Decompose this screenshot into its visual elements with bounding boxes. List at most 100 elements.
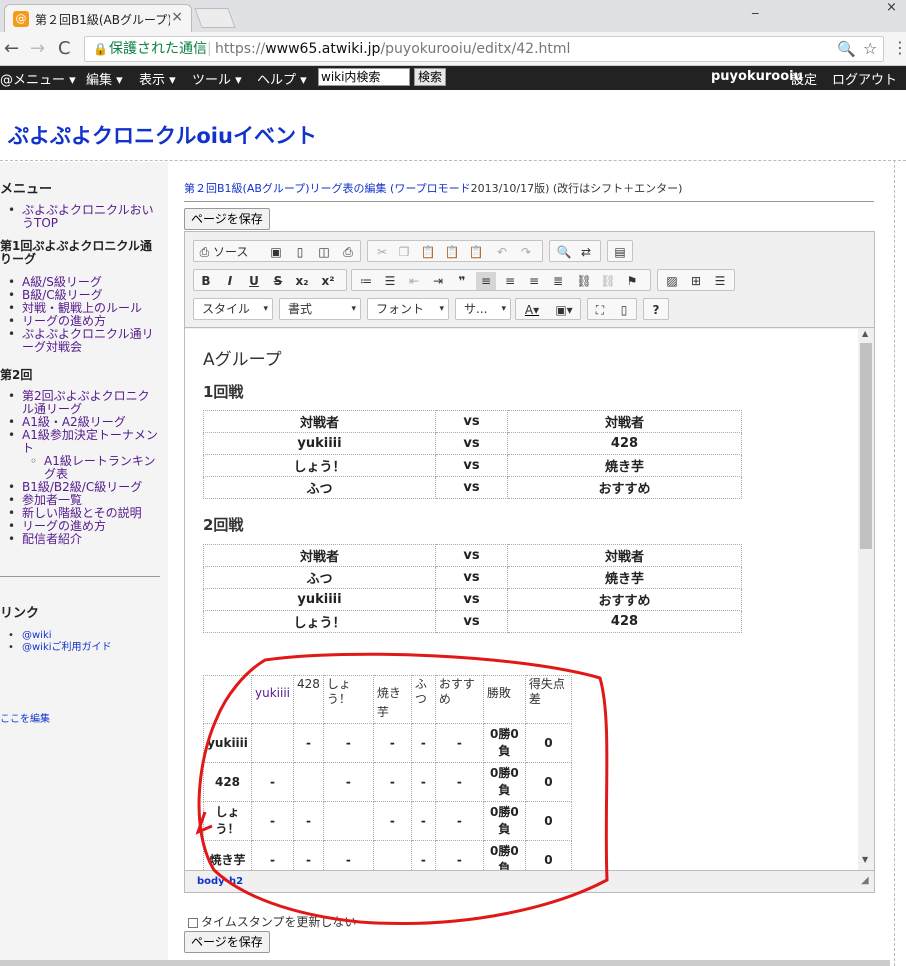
header-rule	[184, 201, 874, 202]
size-combo[interactable]: サ... ▾	[455, 298, 511, 320]
help-icon[interactable]: ?	[646, 301, 666, 319]
source-button[interactable]: ⎙ ソース	[196, 243, 252, 261]
sidebar-link-guide[interactable]: @wikiご利用ガイド	[0, 642, 160, 654]
path-h2[interactable]: h2	[229, 876, 243, 887]
site-title[interactable]: ぷよぷよクロニクルoiuイベント	[8, 120, 317, 150]
subscript-icon[interactable]: x₂	[292, 272, 312, 290]
superscript-icon[interactable]: x²	[318, 272, 338, 290]
blockquote-icon[interactable]: ❞	[452, 272, 472, 290]
wiki-search-button[interactable]: 検索	[414, 68, 446, 86]
outdent-icon[interactable]: ⇤	[404, 272, 424, 290]
find-icon[interactable]: 🔍	[554, 243, 574, 261]
horizontal-rule-icon[interactable]: ☰	[710, 272, 730, 290]
replace-icon[interactable]: ⇄	[576, 243, 596, 261]
show-blocks-icon[interactable]: ▯	[614, 301, 634, 319]
bulleted-list-icon[interactable]: ☰	[380, 272, 400, 290]
scroll-down-icon[interactable]: ▼	[862, 855, 868, 864]
save-page-button[interactable]: ページを保存	[184, 208, 270, 230]
table-cell: vs	[435, 476, 508, 499]
indent-icon[interactable]: ⇥	[428, 272, 448, 290]
page-horizontal-scrollbar[interactable]	[0, 960, 890, 966]
sidebar-link-list: @wiki @wikiご利用ガイド	[0, 630, 160, 654]
toolbar-group-colors: A▾ ▣▾	[515, 298, 581, 320]
group-title: Aグループ	[203, 350, 282, 370]
logout-link[interactable]: ログアウト	[832, 69, 897, 88]
strike-icon[interactable]: S	[268, 272, 288, 290]
reload-icon[interactable]: C	[58, 38, 71, 59]
view-menu[interactable]: 表示 ▾	[139, 69, 176, 88]
mode-link[interactable]: ワープロモード	[394, 182, 470, 195]
table-icon[interactable]: ⊞	[686, 272, 706, 290]
scroll-up-icon[interactable]: ▲	[862, 329, 868, 338]
user-name[interactable]: puyokurooiu	[711, 69, 803, 84]
url-text: https://www65.atwiki.jp/puyokurooiu/edit…	[215, 37, 570, 61]
wiki-menu[interactable]: @メニュー ▾	[0, 69, 76, 88]
numbered-list-icon[interactable]: ≔	[356, 272, 376, 290]
image-icon[interactable]: ▨	[662, 272, 682, 290]
undo-icon[interactable]: ↶	[492, 243, 512, 261]
format-combo[interactable]: 書式 ▾	[279, 298, 361, 320]
close-tab-icon[interactable]: ×	[171, 9, 183, 25]
unlink-icon[interactable]: ⛓	[598, 272, 618, 290]
help-menu[interactable]: ヘルプ ▾	[257, 69, 307, 88]
italic-icon[interactable]: I	[220, 272, 240, 290]
maximize-icon[interactable]: ⛶	[590, 301, 610, 319]
new-tab-button[interactable]	[194, 8, 236, 28]
settings-link[interactable]: 設定	[791, 69, 817, 88]
link-icon[interactable]: ⛓	[574, 272, 594, 290]
back-icon[interactable]: ←	[4, 38, 19, 59]
results-cell: しょう！	[203, 801, 252, 841]
zoom-icon[interactable]: 🔍	[837, 37, 856, 61]
path-body[interactable]: body	[197, 876, 225, 887]
bookmark-star-icon[interactable]: ☆	[863, 37, 877, 61]
text-color-icon[interactable]: A▾	[518, 301, 546, 319]
timestamp-checkbox[interactable]	[188, 917, 198, 928]
block-icon[interactable]: ▤	[610, 243, 630, 261]
align-left-icon[interactable]: ≡	[476, 272, 496, 290]
underline-icon[interactable]: U	[244, 272, 264, 290]
anchor-flag-icon[interactable]: ⚑	[622, 272, 642, 290]
timestamp-option[interactable]: タイムスタンプを更新しない	[188, 913, 356, 930]
tools-menu[interactable]: ツール ▾	[192, 69, 242, 88]
new-page-icon[interactable]: ▯	[290, 243, 310, 261]
browser-menu-icon[interactable]: ⋮	[892, 38, 906, 57]
sidebar-item-top[interactable]: ぷよぷよクロニクルおいうTOP	[0, 204, 160, 230]
align-right-icon[interactable]: ≡	[524, 272, 544, 290]
bold-icon[interactable]: B	[196, 272, 216, 290]
redo-icon[interactable]: ↷	[516, 243, 536, 261]
paste-word-icon[interactable]: 📋	[466, 243, 486, 261]
sidebar-edit-link[interactable]: ここを編集	[0, 710, 50, 725]
print-icon[interactable]: ⎙	[338, 243, 358, 261]
minimize-icon[interactable]: _	[752, 0, 759, 15]
sidebar-link-atwiki[interactable]: @wiki	[0, 630, 160, 642]
sidebar: メニュー ぷよぷよクロニクルおいうTOP 第1回ぷよぷよクロニクル通りーグ A級…	[0, 162, 168, 962]
edit-menu[interactable]: 編集 ▾	[86, 69, 123, 88]
url-field[interactable]: 🔒 保護された通信 | https://www65.atwiki.jp/puyo…	[84, 36, 884, 62]
resize-grip-icon[interactable]: ◢	[861, 875, 869, 886]
sidebar-item-meetup[interactable]: ぷよぷよクロニクル通リーグ対戦会	[0, 328, 160, 354]
sidebar-item-a1-rating[interactable]: A1級レートランキング表	[0, 455, 160, 481]
paste-text-icon[interactable]: 📋	[442, 243, 462, 261]
editor-scrollbar[interactable]: ▲ ▼	[858, 329, 874, 870]
sidebar-item-streamers[interactable]: 配信者紹介	[0, 533, 160, 547]
toolbar-group-misc: ▤	[607, 240, 633, 262]
save-page-button-bottom[interactable]: ページを保存	[184, 931, 270, 953]
scrollbar-thumb[interactable]	[860, 343, 872, 549]
save-icon[interactable]: ▣	[266, 243, 286, 261]
font-combo[interactable]: フォント ▾	[367, 298, 449, 320]
wiki-search-input[interactable]: wiki内検索	[318, 68, 410, 86]
editor-content[interactable]: Aグループ 1回戦 対戦者 vs 対戦者 yukiiii vs 428 しょう！ vs 焼き…	[185, 329, 874, 870]
align-center-icon[interactable]: ≡	[500, 272, 520, 290]
sidebar-item-2nd-league[interactable]: 第2回ぷよぷよクロニクル通リーグ	[0, 390, 160, 416]
forward-icon[interactable]: →	[30, 38, 45, 59]
copy-icon[interactable]: ❐	[394, 243, 414, 261]
bg-color-icon[interactable]: ▣▾	[550, 301, 578, 319]
window-close-icon[interactable]: ×	[886, 0, 897, 15]
cut-icon[interactable]: ✂	[372, 243, 392, 261]
browser-tab[interactable]: @ 第２回B1級(ABグループ)リー ×	[4, 4, 192, 32]
justify-icon[interactable]: ≣	[548, 272, 568, 290]
style-combo[interactable]: スタイル ▾	[193, 298, 273, 320]
preview-icon[interactable]: ◫	[314, 243, 334, 261]
sidebar-item-a1-tournament[interactable]: A1級参加決定トーナメント	[0, 429, 160, 455]
paste-icon[interactable]: 📋	[418, 243, 438, 261]
